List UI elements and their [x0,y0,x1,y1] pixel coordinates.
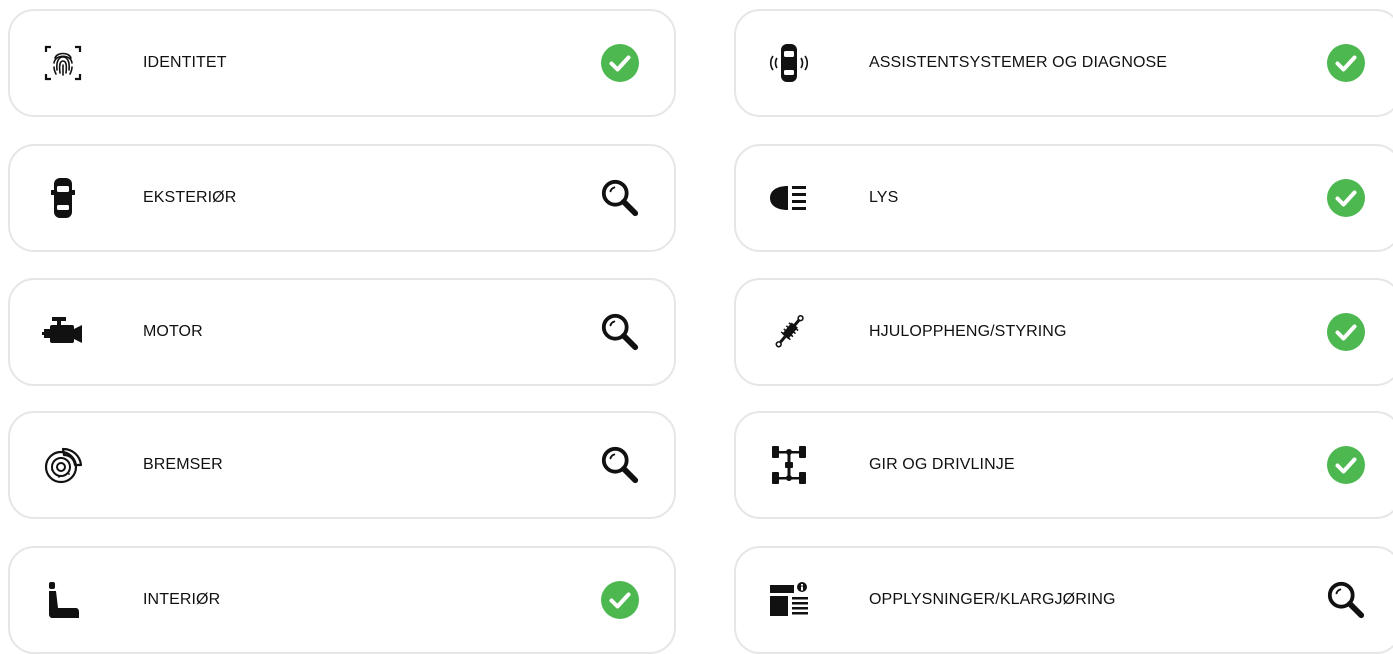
info-document-icon [766,577,812,623]
category-card-identitet[interactable]: IDENTITET [8,9,676,117]
magnifier-icon [600,312,640,352]
category-label: INTERIØR [143,591,221,608]
category-card-bremser[interactable]: BREMSER [8,411,676,519]
category-card-opplysninger[interactable]: OPPLYSNINGER/KLARGJØRING [734,546,1393,654]
car-top-icon [40,175,86,221]
engine-icon [40,309,86,355]
category-card-gir[interactable]: GIR OG DRIVLINJE [734,411,1393,519]
seat-icon [40,577,86,623]
category-card-motor[interactable]: MOTOR [8,278,676,386]
drivetrain-icon [766,442,812,488]
check-icon [1326,312,1366,352]
magnifier-icon [600,178,640,218]
check-icon [1326,178,1366,218]
category-label: MOTOR [143,323,203,340]
shock-absorber-icon [766,309,812,355]
category-label: HJULOPPHENG/STYRING [869,323,1067,340]
category-label: LYS [869,189,899,206]
check-icon [1326,43,1366,83]
check-icon [600,580,640,620]
category-card-eksterior[interactable]: EKSTERIØR [8,144,676,252]
car-sensor-icon [766,40,812,86]
magnifier-icon [1326,580,1366,620]
category-label: ASSISTENTSYSTEMER OG DIAGNOSE [869,54,1168,71]
check-icon [600,43,640,83]
category-label: BREMSER [143,456,223,473]
category-card-assistentsystemer[interactable]: ASSISTENTSYSTEMER OG DIAGNOSE [734,9,1393,117]
check-icon [1326,445,1366,485]
fingerprint-icon [40,40,86,86]
magnifier-icon [600,445,640,485]
category-label: EKSTERIØR [143,189,237,206]
headlight-icon [766,175,812,221]
category-card-interior[interactable]: INTERIØR [8,546,676,654]
category-label: IDENTITET [143,54,227,71]
category-label: GIR OG DRIVLINJE [869,456,1015,473]
category-label: OPPLYSNINGER/KLARGJØRING [869,591,1116,608]
category-card-lys[interactable]: LYS [734,144,1393,252]
category-card-hjuloppheng[interactable]: HJULOPPHENG/STYRING [734,278,1393,386]
brake-disc-icon [40,442,86,488]
